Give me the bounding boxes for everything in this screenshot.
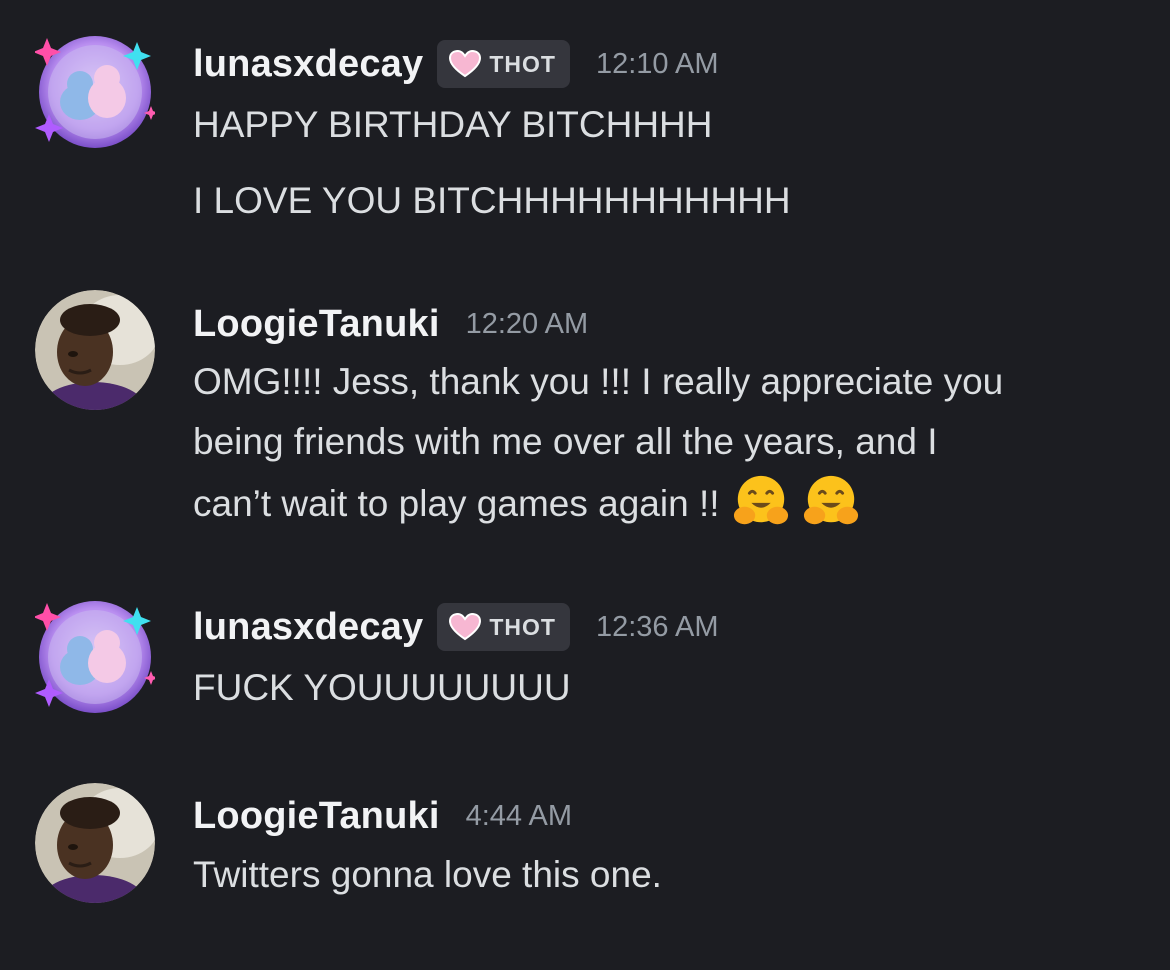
timestamp: 12:20 AM <box>465 307 589 340</box>
avatar-image <box>35 601 155 713</box>
chat-messages: lunasxdecay THOT 12:10 AM HAPPY BIRTHDAY… <box>0 0 1170 970</box>
avatar-image <box>35 36 155 148</box>
message-header: lunasxdecay THOT 12:10 AM <box>193 40 718 88</box>
message-text: being friends with me over all the years… <box>193 421 938 462</box>
timestamp: 12:36 AM <box>595 610 719 643</box>
message-text: Twitters gonna love this one. <box>193 854 662 895</box>
message-text: can’t wait to play games again !! <box>193 483 720 524</box>
avatar[interactable] <box>35 783 155 903</box>
message-header: LoogieTanuki 12:20 AM <box>193 300 588 348</box>
timestamp: 4:44 AM <box>465 799 572 832</box>
avatar[interactable] <box>35 597 155 717</box>
username[interactable]: LoogieTanuki <box>193 303 440 346</box>
avatar[interactable] <box>35 290 155 410</box>
message-header: LoogieTanuki 4:44 AM <box>193 792 572 840</box>
username[interactable]: lunasxdecay <box>193 43 423 86</box>
tag-label: THOT <box>489 50 556 77</box>
avatar-image <box>35 290 155 410</box>
role-tag[interactable]: THOT <box>437 603 570 651</box>
username[interactable]: LoogieTanuki <box>193 795 440 838</box>
message-text: HAPPY BIRTHDAY BITCHHHH <box>193 104 713 145</box>
tag-label: THOT <box>489 613 556 640</box>
message-text-line: can’t wait to play games again !! <box>193 472 860 534</box>
heart-icon <box>449 613 482 641</box>
username[interactable]: lunasxdecay <box>193 606 423 649</box>
avatar-image <box>35 783 155 903</box>
hugging-face-emoji[interactable] <box>732 472 790 530</box>
timestamp: 12:10 AM <box>595 47 719 80</box>
avatar[interactable] <box>35 32 155 152</box>
heart-icon <box>449 50 482 78</box>
message-header: lunasxdecay THOT 12:36 AM <box>193 603 718 651</box>
message-text: I LOVE YOU BITCHHHHHHHHHHH <box>193 180 791 221</box>
message-text: FUCK YOUUUUUUUU <box>193 667 571 708</box>
message-text: OMG!!!! Jess, thank you !!! I really app… <box>193 361 1004 402</box>
role-tag[interactable]: THOT <box>437 40 570 88</box>
hugging-face-emoji[interactable] <box>802 472 860 530</box>
